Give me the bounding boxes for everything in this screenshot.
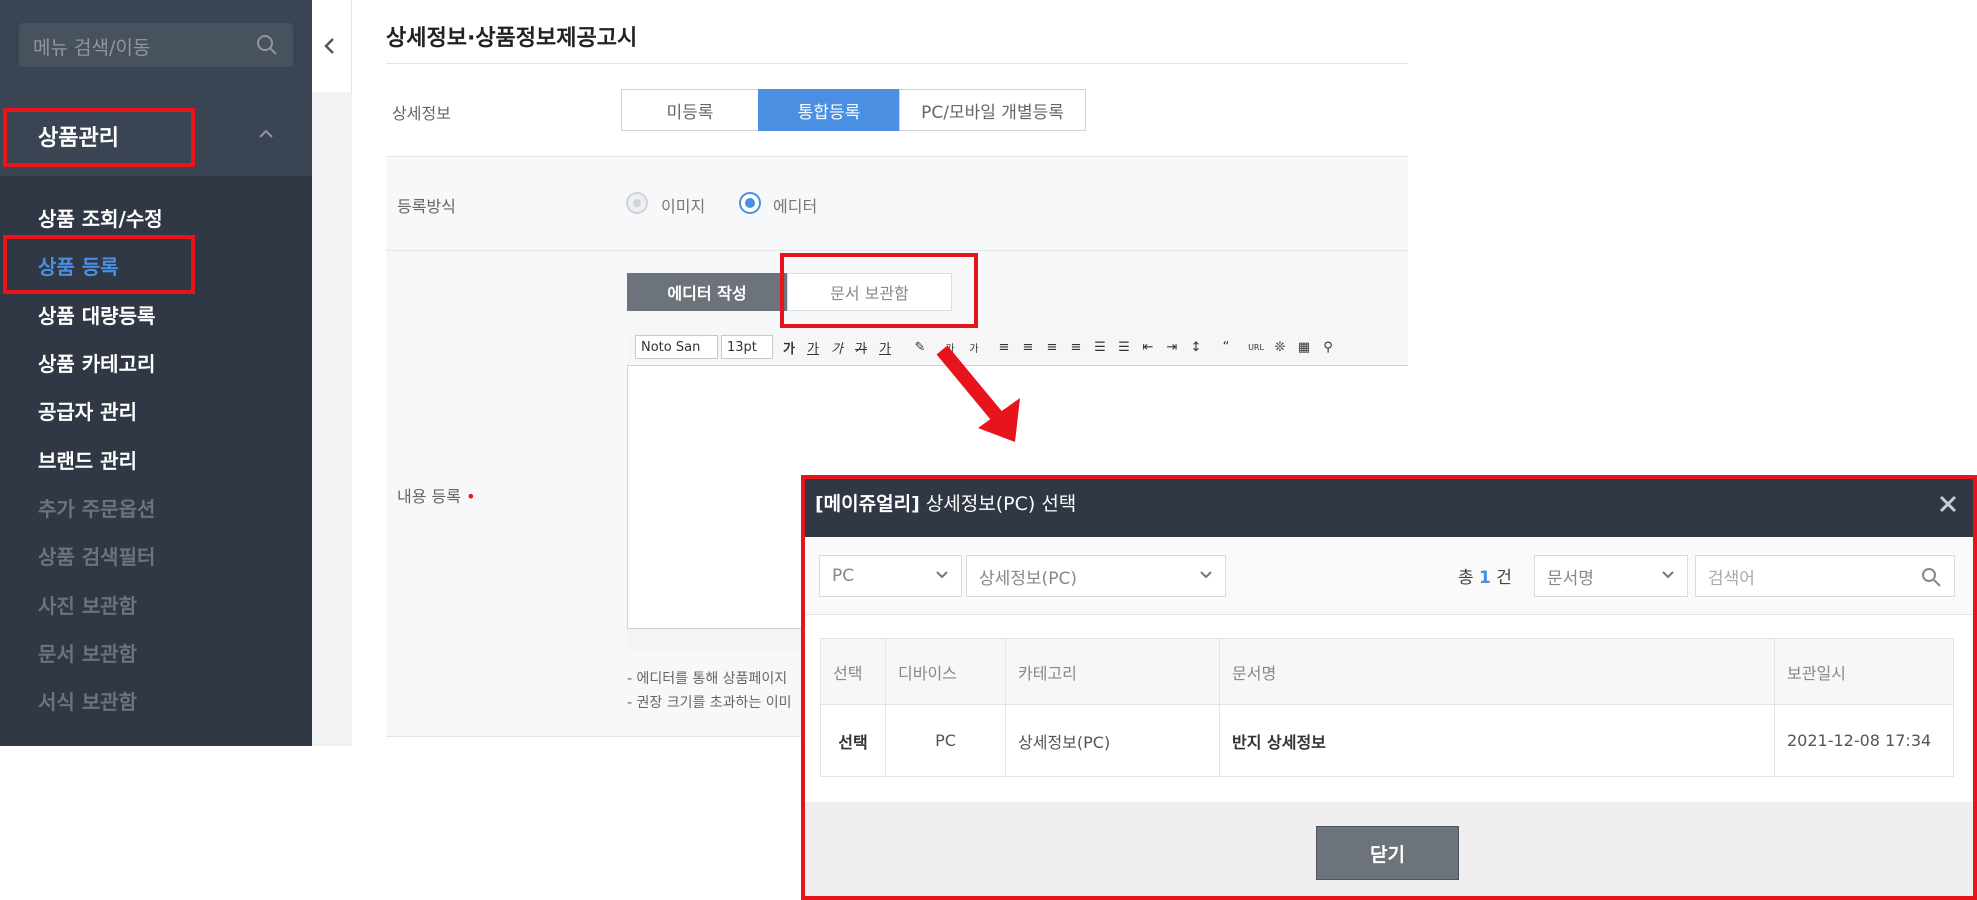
total-count: 총 1 건: [1458, 563, 1512, 588]
cell-doc-name: 반지 상세정보: [1219, 704, 1775, 777]
segment-integrated[interactable]: 통합등록: [758, 89, 900, 131]
category-select-value: 상세정보(PC): [979, 568, 1077, 589]
search-placeholder: 검색어: [1708, 568, 1755, 589]
content-label: 내용 등록 •: [397, 483, 476, 507]
font-select-value: Noto San: [641, 339, 701, 355]
strike-button[interactable]: 가: [850, 336, 872, 358]
dialog-title-text: 상세정보(PC) 선택: [919, 493, 1077, 515]
col-device: 디바이스: [885, 638, 1006, 705]
radio-image-label: 이미지: [661, 197, 706, 216]
close-button[interactable]: 닫기: [1316, 826, 1459, 880]
total-suffix: 건: [1490, 568, 1512, 588]
radio-editor[interactable]: [739, 192, 761, 214]
search-icon[interactable]: [1920, 566, 1942, 588]
table-row[interactable]: 선택 PC 상세정보(PC) 반지 상세정보 2021-12-08 17:34: [820, 704, 1954, 777]
unordered-list-icon[interactable]: ☰: [1113, 336, 1135, 358]
sidebar-item-order-options[interactable]: 추가 주문옵션: [38, 493, 155, 522]
sidebar-item-photo-archive[interactable]: 사진 보관함: [38, 590, 137, 619]
cell-device: PC: [885, 704, 1006, 777]
align-justify-icon[interactable]: ≡: [1065, 336, 1087, 358]
segment-separate[interactable]: PC/모바일 개별등록: [899, 89, 1086, 131]
category-select[interactable]: 상세정보(PC): [966, 555, 1226, 597]
sidebar-collapse-button[interactable]: [312, 0, 352, 92]
menu-search-placeholder: 메뉴 검색/이동: [33, 37, 151, 59]
method-label: 등록방식: [397, 197, 456, 216]
find-icon[interactable]: ⚲: [1317, 336, 1339, 358]
font-select[interactable]: Noto San: [635, 335, 718, 359]
sidebar-item-template-archive[interactable]: 서식 보관함: [38, 686, 137, 715]
highlight-box: [3, 235, 195, 294]
col-doc-name: 문서명: [1219, 638, 1775, 705]
chevron-left-icon: [324, 38, 334, 54]
search-icon[interactable]: [255, 33, 279, 57]
red-arrow-icon: [936, 345, 1020, 442]
sidebar-item-category[interactable]: 상품 카테고리: [38, 348, 155, 377]
chevron-down-icon: [1200, 571, 1212, 579]
font-size-select[interactable]: 13pt: [721, 335, 773, 359]
col-date: 보관일시: [1774, 638, 1954, 705]
help-note: - 에디터를 통해 상품페이지: [627, 671, 788, 687]
col-category: 카테고리: [1005, 638, 1220, 705]
special-char-icon[interactable]: ❊: [1269, 336, 1291, 358]
search-input[interactable]: 검색어: [1695, 555, 1955, 597]
col-select: 선택: [820, 638, 886, 705]
radio-image[interactable]: [626, 192, 648, 214]
dialog-title-shop: [메이쥬얼리]: [815, 493, 920, 515]
outdent-icon[interactable]: ⇤: [1137, 336, 1159, 358]
cell-date: 2021-12-08 17:34: [1774, 704, 1954, 777]
menu-search-input[interactable]: 메뉴 검색/이동: [19, 23, 293, 67]
line-height-icon[interactable]: ↕: [1185, 336, 1207, 358]
segment-none[interactable]: 미등록: [621, 89, 759, 131]
detail-label: 상세정보: [392, 104, 451, 123]
device-select-value: PC: [832, 566, 855, 586]
indent-icon[interactable]: ⇥: [1161, 336, 1183, 358]
divider: [386, 250, 1408, 251]
sidebar-item-search-filter[interactable]: 상품 검색필터: [38, 541, 155, 570]
chevron-down-icon: [1662, 571, 1674, 579]
ordered-list-icon[interactable]: ☰: [1089, 336, 1111, 358]
table-icon[interactable]: ▦: [1293, 336, 1315, 358]
highlight-box: [780, 253, 978, 328]
underline-button[interactable]: 가: [802, 336, 824, 358]
tab-editor-write[interactable]: 에디터 작성: [627, 273, 787, 311]
font-color-button[interactable]: 가: [874, 336, 896, 358]
table-header-row: 선택 디바이스 카테고리 문서명 보관일시: [820, 638, 1954, 705]
align-right-icon[interactable]: ≡: [1041, 336, 1063, 358]
url-icon[interactable]: URL: [1245, 336, 1267, 358]
select-link[interactable]: 선택: [820, 704, 886, 777]
radio-editor-label: 에디터: [773, 197, 818, 216]
divider: [386, 63, 1408, 64]
content-label-text: 내용 등록: [397, 487, 461, 506]
total-prefix: 총: [1458, 568, 1480, 588]
sidebar-item-brand[interactable]: 브랜드 관리: [38, 445, 137, 474]
device-select[interactable]: PC: [819, 555, 962, 597]
italic-button[interactable]: 가: [826, 336, 848, 358]
highlight-box: [3, 108, 195, 167]
highlight-color-icon[interactable]: ✎: [909, 336, 931, 358]
divider: [386, 156, 1408, 157]
quote-icon[interactable]: “: [1215, 336, 1237, 358]
search-type-select[interactable]: 문서명: [1534, 555, 1688, 597]
cell-category: 상세정보(PC): [1005, 704, 1220, 777]
content-gutter: [312, 92, 352, 746]
sidebar-item-bulk-register[interactable]: 상품 대량등록: [38, 300, 155, 329]
bold-button[interactable]: 가: [778, 336, 800, 358]
search-type-value: 문서명: [1547, 568, 1594, 589]
chevron-up-icon[interactable]: [256, 126, 276, 142]
sidebar-item-supplier[interactable]: 공급자 관리: [38, 396, 137, 425]
font-size-value: 13pt: [727, 339, 757, 355]
help-note: - 권장 크기를 초과하는 이미: [627, 695, 792, 711]
total-number: 1: [1479, 568, 1491, 588]
close-icon[interactable]: [1936, 492, 1960, 516]
required-mark: •: [466, 487, 476, 506]
page-title: 상세정보·상품정보제공고시: [386, 26, 638, 51]
document-table: 선택 디바이스 카테고리 문서명 보관일시 선택 PC 상세정보(PC) 반지 …: [820, 638, 1954, 777]
dialog-title: [메이쥬얼리] 상세정보(PC) 선택: [815, 489, 1076, 516]
sidebar-item-doc-archive[interactable]: 문서 보관함: [38, 638, 137, 667]
sidebar-item-product-list[interactable]: 상품 조회/수정: [38, 203, 163, 232]
chevron-down-icon: [936, 571, 948, 579]
